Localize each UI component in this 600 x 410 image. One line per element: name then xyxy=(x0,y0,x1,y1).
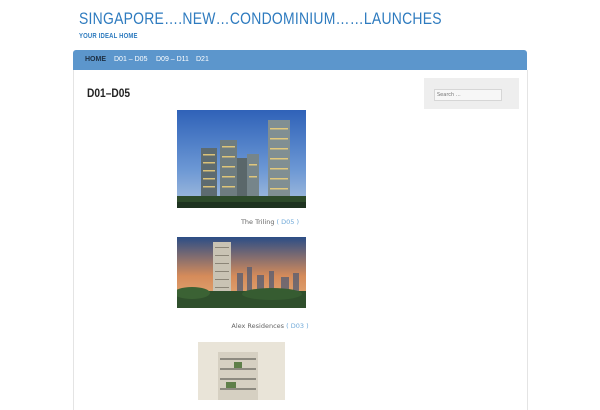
listing-caption: The Triling ( D05 ) xyxy=(120,218,420,226)
listing-image-alex-residences[interactable] xyxy=(177,237,306,308)
listing-caption: Alex Residences ( D03 ) xyxy=(120,322,420,330)
page-title: D01–D05 xyxy=(87,86,131,100)
nav-item-d01-d05[interactable]: D01 – D05 xyxy=(114,56,147,63)
listing-district-link[interactable]: ( D05 ) xyxy=(277,218,299,226)
listing-image-trilinq[interactable] xyxy=(177,110,306,208)
main-navigation: Home D01 – D05 D09 – D11 D21 xyxy=(73,50,527,70)
nav-item-d09-d11[interactable]: D09 – D11 xyxy=(156,56,189,63)
search-widget xyxy=(424,78,519,109)
listing-name[interactable]: The Triling xyxy=(241,218,275,226)
condo-towers-illustration xyxy=(177,110,306,208)
site-title[interactable]: Singapore….New…Condominium……Launches xyxy=(79,9,442,29)
listing-district-link[interactable]: ( D03 ) xyxy=(286,322,308,330)
nav-item-home[interactable]: Home xyxy=(85,56,106,63)
condo-tower-skyline-illustration xyxy=(177,237,306,308)
nav-item-d21[interactable]: D21 xyxy=(196,56,209,63)
listing-name[interactable]: Alex Residences xyxy=(231,322,284,330)
condo-facade-illustration xyxy=(198,342,285,400)
listing-image-partial[interactable] xyxy=(198,342,285,400)
search-input[interactable] xyxy=(434,89,502,101)
site-tagline: Your Ideal Home xyxy=(79,33,138,40)
